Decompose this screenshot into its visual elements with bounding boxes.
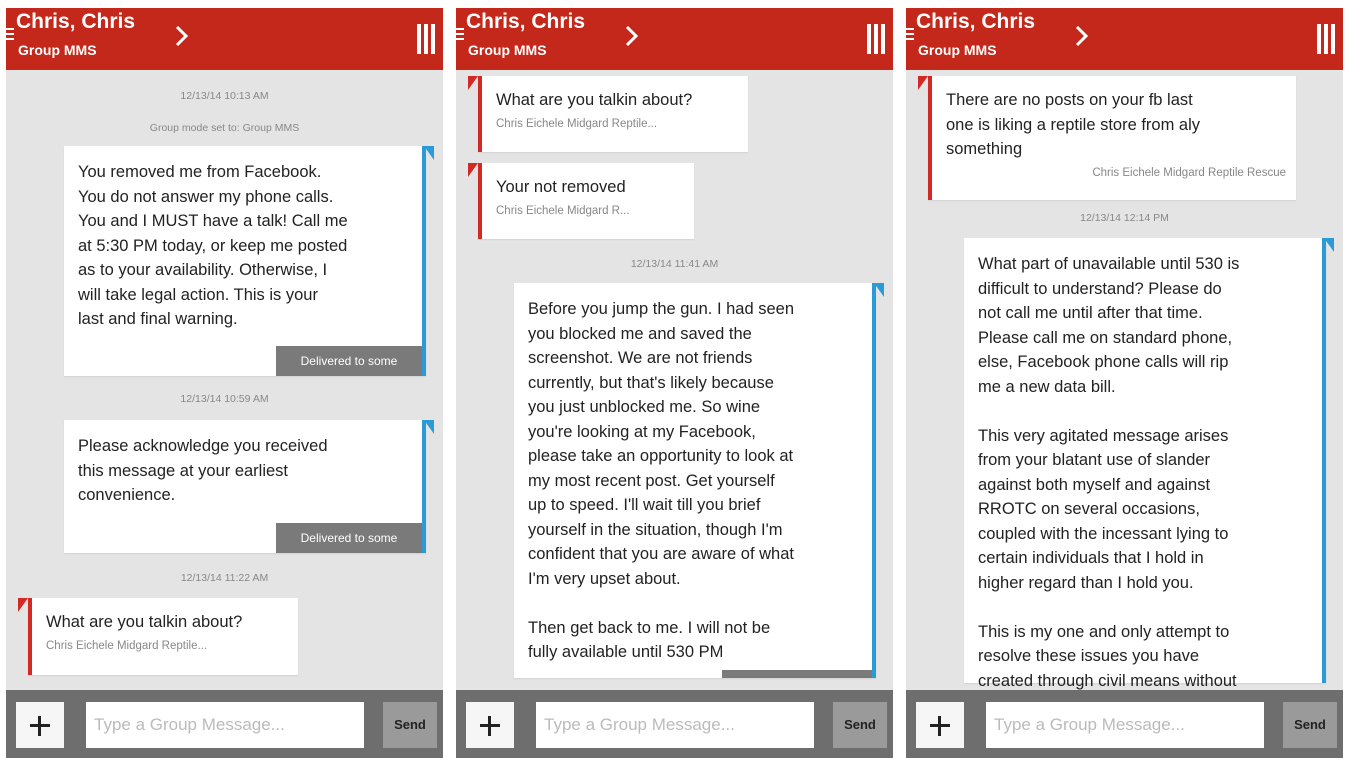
sender-name: Chris Eichele Midgard R... — [496, 204, 630, 217]
received-flag-icon — [918, 76, 928, 90]
conversation-subtitle: Group MMS — [18, 42, 97, 58]
message-text: There are no posts on your fb last one i… — [946, 91, 1201, 158]
received-accent-bar — [478, 76, 482, 152]
app-header: Chris, Chris Group MMS — [6, 8, 443, 70]
received-flag-icon — [468, 163, 478, 177]
received-accent-bar — [478, 163, 482, 239]
delivery-status: Delivered to some — [276, 346, 422, 376]
sent-message[interactable]: Before you jump the gun. I had seen you … — [514, 283, 884, 678]
hamburger-icon[interactable] — [906, 28, 914, 43]
message-text: What are you talkin about? — [46, 613, 243, 631]
chevron-right-icon[interactable] — [614, 18, 650, 54]
plus-icon[interactable] — [466, 702, 514, 748]
send-button[interactable]: Send — [1283, 702, 1337, 748]
sent-flag-icon — [424, 146, 434, 160]
conversation-title[interactable]: Chris, Chris — [466, 10, 585, 34]
message-text: Before you jump the gun. I had seen you … — [528, 300, 795, 661]
message-input[interactable] — [986, 702, 1264, 748]
message-input[interactable] — [86, 702, 364, 748]
message-text: Please acknowledge you received this mes… — [78, 437, 328, 504]
sent-flag-icon — [1324, 238, 1334, 252]
received-message[interactable]: There are no posts on your fb last one i… — [918, 76, 1296, 200]
delivery-status: Delivered to some — [276, 523, 422, 553]
message-text: What are you talkin about? — [496, 91, 693, 109]
send-button[interactable]: Send — [383, 702, 437, 748]
chat-screen-2: Chris, Chris Group MMS What are you talk… — [456, 8, 893, 758]
sent-accent-bar — [872, 283, 876, 678]
conversation-subtitle: Group MMS — [918, 42, 997, 58]
vertical-bars-icon[interactable] — [1317, 24, 1335, 54]
sent-message[interactable]: What part of unavailable until 530 is di… — [964, 238, 1334, 690]
received-message[interactable]: What are you talkin about? Chris Eichele… — [468, 76, 748, 152]
received-message[interactable]: What are you talkin about? Chris Eichele… — [18, 598, 298, 675]
chat-screen-3: Chris, Chris Group MMS There are no post… — [906, 8, 1343, 758]
message-text: You removed me from Facebook. You do not… — [78, 163, 348, 328]
group-mode-notice: Group mode set to: Group MMS — [149, 122, 300, 134]
sent-flag-icon — [874, 283, 884, 297]
composer-bar: Send — [906, 690, 1343, 758]
received-accent-bar — [28, 598, 32, 675]
timestamp: 12/13/14 10:59 AM — [180, 393, 269, 405]
timestamp: 12/13/14 11:41 AM — [630, 258, 719, 270]
sender-name: Chris Eichele Midgard Reptile... — [496, 117, 658, 130]
message-input[interactable] — [536, 702, 814, 748]
received-flag-icon — [18, 598, 28, 612]
conversation-title[interactable]: Chris, Chris — [916, 10, 1035, 34]
received-flag-icon — [468, 76, 478, 90]
conversation-subtitle: Group MMS — [468, 42, 547, 58]
chevron-right-icon[interactable] — [164, 18, 200, 54]
composer-bar: Send — [6, 690, 443, 758]
vertical-bars-icon[interactable] — [867, 24, 885, 54]
message-text: What part of unavailable until 530 is di… — [978, 255, 1240, 690]
chat-screen-1: Chris, Chris Group MMS 12/13/14 10:13 AM… — [6, 8, 443, 758]
sender-name: Chris Eichele Midgard Reptile Rescue — [1092, 166, 1286, 179]
sender-name: Chris Eichele Midgard Reptile... — [46, 639, 208, 652]
received-message[interactable]: Your not removed Chris Eichele Midgard R… — [468, 163, 694, 239]
composer-bar: Send — [456, 690, 893, 758]
hamburger-icon[interactable] — [6, 28, 14, 43]
plus-icon[interactable] — [916, 702, 964, 748]
message-list[interactable]: What are you talkin about? Chris Eichele… — [456, 70, 893, 690]
message-list[interactable]: There are no posts on your fb last one i… — [906, 70, 1343, 690]
conversation-title[interactable]: Chris, Chris — [16, 10, 135, 34]
vertical-bars-icon[interactable] — [417, 24, 435, 54]
delivery-status-bar — [722, 670, 872, 678]
timestamp: 12/13/14 12:14 PM — [1080, 212, 1169, 224]
message-list[interactable]: 12/13/14 10:13 AM Group mode set to: Gro… — [6, 70, 443, 690]
app-header: Chris, Chris Group MMS — [906, 8, 1343, 70]
timestamp: 12/13/14 11:22 AM — [180, 572, 269, 584]
message-text: Your not removed — [496, 178, 626, 196]
sent-flag-icon — [424, 420, 434, 434]
timestamp: 12/13/14 10:13 AM — [180, 90, 269, 102]
sent-accent-bar — [1322, 238, 1326, 683]
send-button[interactable]: Send — [833, 702, 887, 748]
plus-icon[interactable] — [16, 702, 64, 748]
sent-message[interactable]: Please acknowledge you received this mes… — [64, 420, 434, 553]
chevron-right-icon[interactable] — [1064, 18, 1100, 54]
sent-message[interactable]: You removed me from Facebook. You do not… — [64, 146, 434, 376]
sent-accent-bar — [422, 146, 426, 376]
hamburger-icon[interactable] — [456, 28, 464, 43]
app-header: Chris, Chris Group MMS — [456, 8, 893, 70]
sent-accent-bar — [422, 420, 426, 553]
received-accent-bar — [928, 76, 932, 200]
